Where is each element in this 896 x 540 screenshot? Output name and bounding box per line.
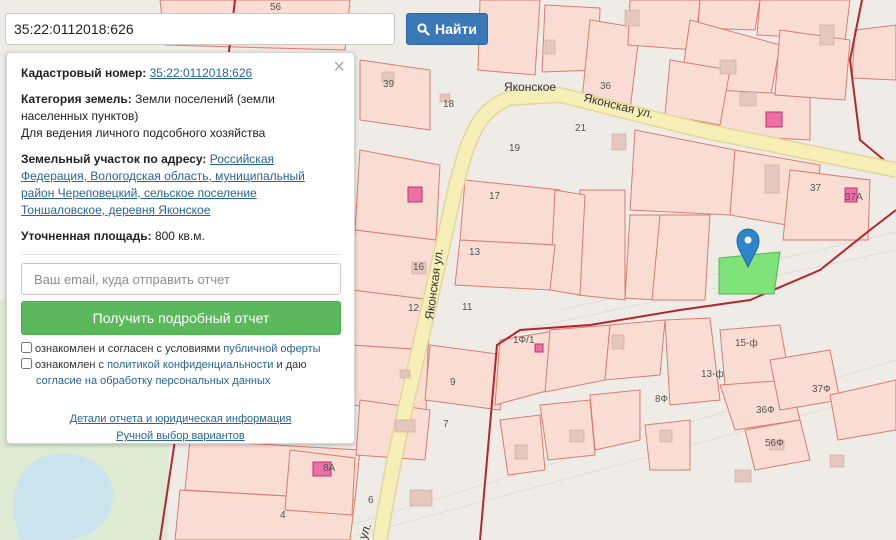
cadastral-search-input[interactable] (5, 13, 395, 45)
parcel-number: 37А (845, 192, 863, 203)
parcel-number: 13-ф (701, 368, 724, 380)
get-report-button[interactable]: Получить подробный отчет (21, 301, 341, 335)
address-row: Земельный участок по адресу: Российская … (21, 151, 340, 219)
email-field[interactable] (21, 263, 341, 295)
parcel-number: 21 (575, 123, 587, 134)
parcel-number: 36Ф (756, 405, 775, 416)
area-value: 800 кв.м. (154, 229, 205, 243)
public-offer-link[interactable]: публичной оферты (223, 343, 320, 355)
consent-offer-text: ознакомлен и согласен с условиями (35, 343, 221, 355)
parcel-number: 8А (323, 463, 336, 474)
parcel-number: 36 (600, 81, 612, 92)
pond (13, 453, 113, 540)
parcel-number: 11 (462, 302, 473, 313)
category-row: Категория земель: Земли поселений (земли… (21, 91, 340, 142)
parcel-info-panel: × Кадастровый номер: 35:22:0112018:626 К… (6, 52, 355, 444)
consent-privacy-tail: и даю (276, 359, 307, 371)
parcel-number: 56 (270, 2, 282, 13)
parcel-number: 56Ф (765, 438, 784, 449)
manual-selection-link[interactable]: Ручной выбор вариантов (116, 430, 244, 442)
area-row: Уточненная площадь: 800 кв.м. (21, 228, 340, 245)
parcel-number: 4 (280, 510, 286, 521)
parcel-number: 16 (413, 262, 425, 273)
consent-privacy-text: ознакомлен с (35, 359, 105, 371)
search-button[interactable]: Найти (406, 13, 488, 45)
report-details-link[interactable]: Детали отчета и юридическая информация (70, 413, 292, 425)
usage-text: Для ведения личного подсобного хозяйства (21, 126, 266, 140)
parcel-number: 9 (450, 377, 456, 388)
footer-links: Детали отчета и юридическая информация Р… (21, 411, 340, 445)
parcel-number: 37 (810, 183, 822, 194)
parcel-number: 17 (489, 191, 501, 202)
search-icon (417, 22, 430, 36)
parcel-number: 12 (408, 303, 420, 314)
parcel-number: 39 (383, 79, 395, 90)
parcel-number: 7 (443, 419, 449, 430)
parcel-number: 37Ф (812, 384, 831, 395)
close-icon[interactable]: × (333, 57, 345, 77)
parcel-number: 13 (469, 247, 481, 258)
parcel-number: 1Ф/1 (513, 335, 535, 346)
cadastral-row: Кадастровый номер: 35:22:0112018:626 (21, 65, 340, 82)
category-label: Категория земель: (21, 92, 132, 106)
privacy-checkbox[interactable] (21, 358, 32, 369)
parcel-number: 15-ф (735, 337, 758, 349)
privacy-policy-link[interactable]: политикой конфиденциальности (107, 359, 273, 371)
divider (21, 254, 340, 255)
address-label: Земельный участок по адресу: (21, 152, 207, 166)
cadastral-label: Кадастровый номер: (21, 66, 147, 80)
offer-checkbox[interactable] (21, 342, 32, 353)
parcel-number: 18 (443, 99, 455, 110)
consent-offer: ознакомлен и согласен с условиями публич… (21, 341, 340, 357)
parcel-number: 6 (368, 495, 374, 506)
data-processing-link[interactable]: согласие на обработку персональных данны… (36, 375, 270, 387)
parcel-number: 8Ф (655, 394, 669, 405)
area-label: Уточненная площадь: (21, 229, 152, 243)
consent-privacy: ознакомлен с политикой конфиденциальност… (21, 357, 340, 389)
village-label: Яконское (504, 80, 556, 94)
parcel-number: 19 (509, 143, 521, 154)
cadastral-link[interactable]: 35:22:0112018:626 (150, 66, 253, 80)
search-button-label: Найти (435, 21, 477, 37)
